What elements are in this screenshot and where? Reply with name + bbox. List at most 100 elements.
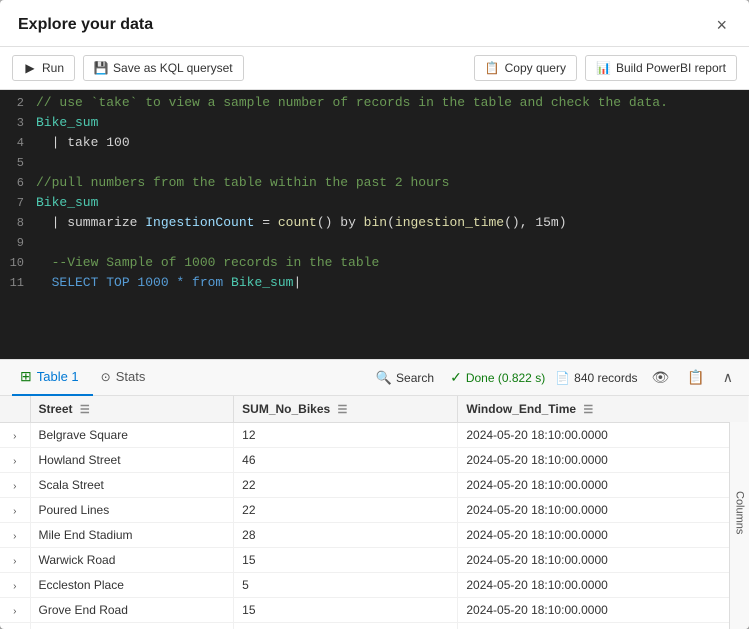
tab-stats-label: Stats bbox=[116, 369, 146, 384]
row-sum-no-bikes: 15 bbox=[234, 598, 458, 623]
col-street-label: Street bbox=[39, 402, 73, 416]
data-table: Street ☰ SUM_No_Bikes ☰ Window_End_Time … bbox=[0, 396, 749, 629]
stats-icon: ⊙ bbox=[101, 370, 111, 384]
status-records: 📄 840 records bbox=[555, 371, 637, 385]
col-street[interactable]: Street ☰ bbox=[30, 396, 234, 423]
table-row[interactable]: › Grove End Road 15 2024-05-20 18:10:00.… bbox=[0, 598, 749, 623]
build-powerbi-label: Build PowerBI report bbox=[616, 61, 726, 75]
row-street: Eccleston Place bbox=[30, 573, 234, 598]
collapse-button[interactable]: ∧ bbox=[719, 367, 737, 388]
modal-header: Explore your data × bbox=[0, 0, 749, 47]
row-expand[interactable]: › bbox=[0, 573, 30, 598]
code-line-4: 4 | take 100 bbox=[0, 134, 749, 154]
row-expand[interactable]: › bbox=[0, 423, 30, 448]
row-street: Mile End Stadium bbox=[30, 523, 234, 548]
powerbi-icon: 📊 bbox=[596, 61, 611, 75]
row-expand[interactable]: › bbox=[0, 473, 30, 498]
toolbar: ▶ Run 💾 Save as KQL queryset 📋 Copy quer… bbox=[0, 47, 749, 90]
status-done: ✓ Done (0.822 s) bbox=[450, 369, 545, 386]
row-expand[interactable]: › bbox=[0, 623, 30, 629]
table-row[interactable]: › Mile End Stadium 28 2024-05-20 18:10:0… bbox=[0, 523, 749, 548]
copy-icon: 📋 bbox=[485, 61, 500, 75]
data-table-container[interactable]: Street ☰ SUM_No_Bikes ☰ Window_End_Time … bbox=[0, 396, 749, 629]
records-icon: 📄 bbox=[555, 371, 570, 385]
row-window-end-time: 2024-05-20 18:10:00.0000 bbox=[458, 623, 749, 629]
col-expand bbox=[0, 396, 30, 423]
code-line-3: 3 Bike_sum bbox=[0, 114, 749, 134]
columns-panel-label: Columns bbox=[734, 491, 746, 534]
code-line-9: 9 bbox=[0, 234, 749, 254]
copy-query-label: Copy query bbox=[505, 61, 566, 75]
explore-data-modal: Explore your data × ▶ Run 💾 Save as KQL … bbox=[0, 0, 749, 629]
columns-panel[interactable]: Columns bbox=[729, 396, 749, 629]
row-sum-no-bikes: 28 bbox=[234, 523, 458, 548]
table-row[interactable]: › Warwick Road 15 2024-05-20 18:10:00.00… bbox=[0, 548, 749, 573]
tab-table1-label: Table 1 bbox=[37, 369, 79, 384]
copy-results-button[interactable]: 📋 bbox=[683, 367, 708, 388]
col-street-menu[interactable]: ☰ bbox=[80, 404, 90, 416]
col-sum-no-bikes[interactable]: SUM_No_Bikes ☰ bbox=[234, 396, 458, 423]
results-status: 🔍 Search ✓ Done (0.822 s) 📄 840 records … bbox=[370, 367, 737, 388]
done-text: Done (0.822 s) bbox=[466, 371, 545, 385]
row-expand[interactable]: › bbox=[0, 448, 30, 473]
search-icon: 🔍 bbox=[376, 370, 392, 386]
close-button[interactable]: × bbox=[712, 14, 731, 36]
row-expand[interactable]: › bbox=[0, 498, 30, 523]
copy-query-button[interactable]: 📋 Copy query bbox=[474, 55, 577, 81]
row-sum-no-bikes: 32 bbox=[234, 623, 458, 629]
row-window-end-time: 2024-05-20 18:10:00.0000 bbox=[458, 423, 749, 448]
row-street: Belgrave Square bbox=[30, 423, 234, 448]
results-area: ⊞ Table 1 ⊙ Stats 🔍 Search ✓ Done (0.822… bbox=[0, 359, 749, 629]
row-sum-no-bikes: 22 bbox=[234, 498, 458, 523]
row-sum-no-bikes: 15 bbox=[234, 548, 458, 573]
row-street: Grove End Road bbox=[30, 598, 234, 623]
row-window-end-time: 2024-05-20 18:10:00.0000 bbox=[458, 523, 749, 548]
tab-table1[interactable]: ⊞ Table 1 bbox=[12, 360, 93, 396]
run-button[interactable]: ▶ Run bbox=[12, 55, 75, 81]
code-line-2: 2 // use `take` to view a sample number … bbox=[0, 94, 749, 114]
done-icon: ✓ bbox=[450, 369, 462, 386]
code-line-8: 8 | summarize IngestionCount = count() b… bbox=[0, 214, 749, 234]
search-button[interactable]: 🔍 Search bbox=[370, 368, 440, 388]
code-editor[interactable]: 2 // use `take` to view a sample number … bbox=[0, 90, 749, 359]
table-row[interactable]: › Lavington Street 32 2024-05-20 18:10:0… bbox=[0, 623, 749, 629]
row-street: Warwick Road bbox=[30, 548, 234, 573]
row-window-end-time: 2024-05-20 18:10:00.0000 bbox=[458, 473, 749, 498]
col-sum-label: SUM_No_Bikes bbox=[242, 402, 330, 416]
col-time-menu[interactable]: ☰ bbox=[583, 404, 593, 416]
table-row[interactable]: › Eccleston Place 5 2024-05-20 18:10:00.… bbox=[0, 573, 749, 598]
row-street: Lavington Street bbox=[30, 623, 234, 629]
code-line-6: 6 //pull numbers from the table within t… bbox=[0, 174, 749, 194]
col-sum-menu[interactable]: ☰ bbox=[338, 404, 348, 416]
table-row[interactable]: › Poured Lines 22 2024-05-20 18:10:00.00… bbox=[0, 498, 749, 523]
table-row[interactable]: › Howland Street 46 2024-05-20 18:10:00.… bbox=[0, 448, 749, 473]
row-expand[interactable]: › bbox=[0, 523, 30, 548]
col-window-end-time[interactable]: Window_End_Time ☰ bbox=[458, 396, 749, 423]
code-line-7: 7 Bike_sum bbox=[0, 194, 749, 214]
row-window-end-time: 2024-05-20 18:10:00.0000 bbox=[458, 573, 749, 598]
tab-stats[interactable]: ⊙ Stats bbox=[93, 360, 160, 396]
modal-title: Explore your data bbox=[18, 16, 153, 34]
row-window-end-time: 2024-05-20 18:10:00.0000 bbox=[458, 448, 749, 473]
table-body: › Belgrave Square 12 2024-05-20 18:10:00… bbox=[0, 423, 749, 629]
row-street: Howland Street bbox=[30, 448, 234, 473]
visibility-button[interactable]: 👁 bbox=[648, 367, 674, 388]
save-kql-label: Save as KQL queryset bbox=[113, 61, 233, 75]
row-window-end-time: 2024-05-20 18:10:00.0000 bbox=[458, 498, 749, 523]
row-street: Poured Lines bbox=[30, 498, 234, 523]
table-row[interactable]: › Belgrave Square 12 2024-05-20 18:10:00… bbox=[0, 423, 749, 448]
row-window-end-time: 2024-05-20 18:10:00.0000 bbox=[458, 598, 749, 623]
row-expand[interactable]: › bbox=[0, 548, 30, 573]
row-sum-no-bikes: 46 bbox=[234, 448, 458, 473]
save-kql-button[interactable]: 💾 Save as KQL queryset bbox=[83, 55, 244, 81]
records-label: 840 records bbox=[574, 371, 637, 385]
row-sum-no-bikes: 5 bbox=[234, 573, 458, 598]
col-time-label: Window_End_Time bbox=[466, 402, 576, 416]
table-icon: ⊞ bbox=[20, 368, 32, 385]
results-tabs: ⊞ Table 1 ⊙ Stats 🔍 Search ✓ Done (0.822… bbox=[0, 360, 749, 396]
code-line-5: 5 bbox=[0, 154, 749, 174]
row-sum-no-bikes: 22 bbox=[234, 473, 458, 498]
build-powerbi-button[interactable]: 📊 Build PowerBI report bbox=[585, 55, 737, 81]
table-row[interactable]: › Scala Street 22 2024-05-20 18:10:00.00… bbox=[0, 473, 749, 498]
row-expand[interactable]: › bbox=[0, 598, 30, 623]
